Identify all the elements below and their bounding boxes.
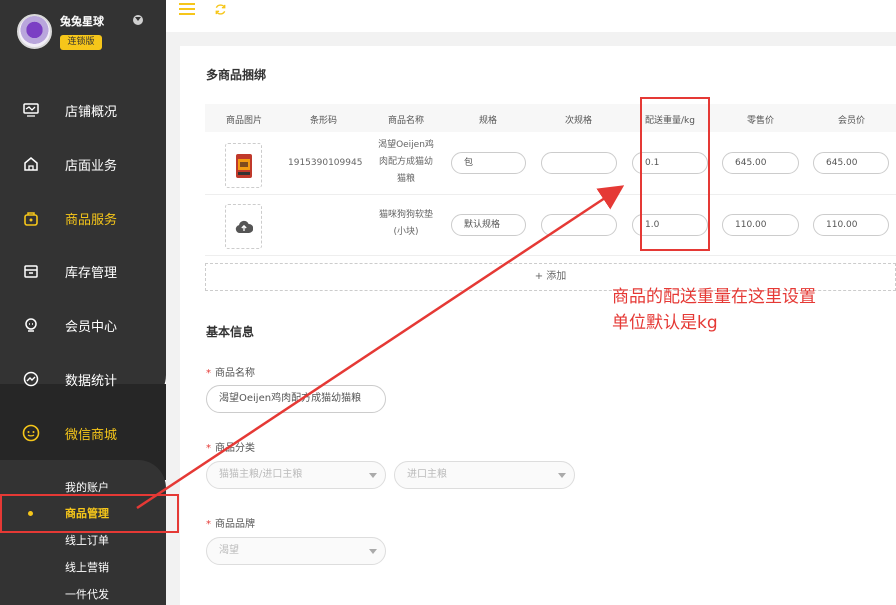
annotation-arrow: [136, 185, 625, 510]
